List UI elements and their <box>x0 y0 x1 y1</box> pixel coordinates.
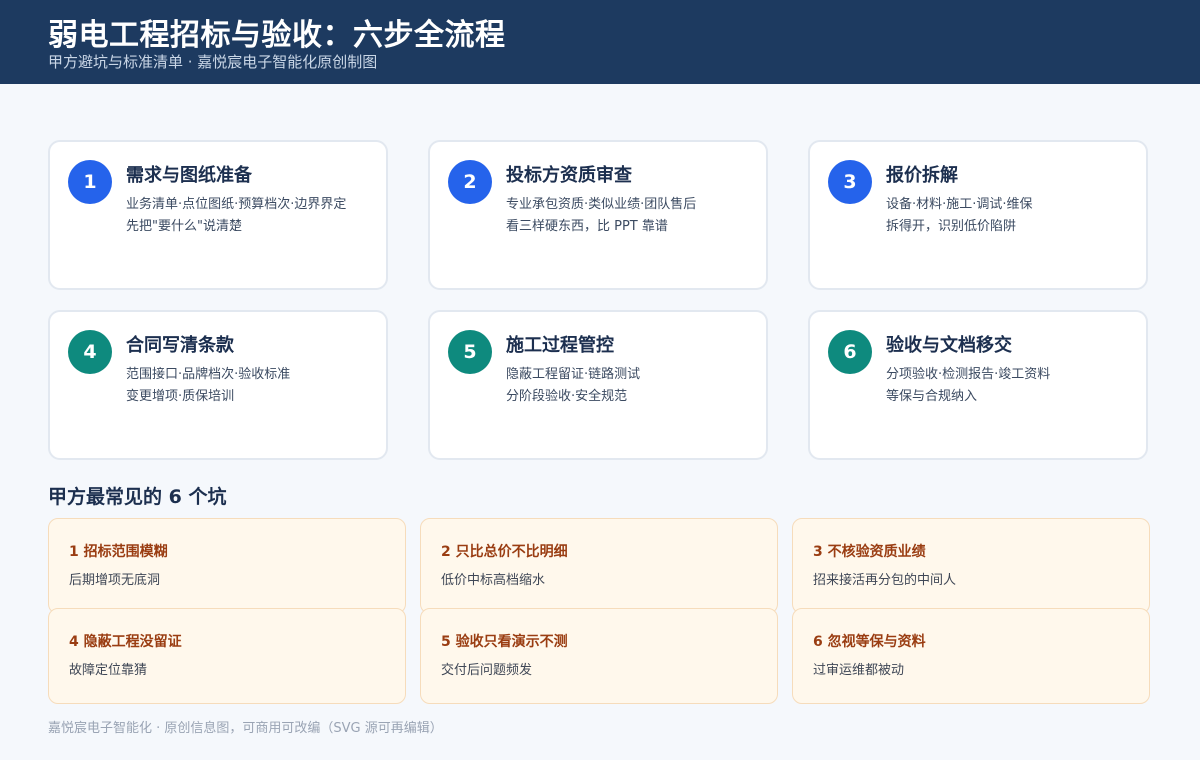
step-note: 看三样硬东西，比 PPT 靠谱 <box>506 219 668 234</box>
step-card-2: 2 投标方资质审查 专业承包资质·类似业绩·团队售后 看三样硬东西，比 PPT … <box>428 140 768 290</box>
pitfall-desc: 后期增项无底洞 <box>69 573 161 588</box>
pitfall-card-5: 5 验收只看演示不测 交付后问题频发 <box>420 608 778 704</box>
step-number-badge: 4 <box>68 330 112 374</box>
step-detail: 范围接口·品牌档次·验收标准 <box>126 367 291 382</box>
step-title: 验收与文档移交 <box>886 335 1012 356</box>
pitfall-desc: 低价中标高档缩水 <box>441 573 546 588</box>
step-number-badge: 1 <box>68 160 112 204</box>
step-card-3: 3 报价拆解 设备·材料·施工·调试·维保 拆得开，识别低价陷阱 <box>808 140 1148 290</box>
step-title: 需求与图纸准备 <box>126 165 252 186</box>
footer-credit: 嘉悦宸电子智能化 · 原创信息图，可商用可改编（SVG 源可再编辑） <box>48 721 443 736</box>
step-note: 先把"要什么"说清楚 <box>126 219 242 234</box>
step-title: 合同写清条款 <box>126 335 234 356</box>
pitfall-card-3: 3 不核验资质业绩 招来接活再分包的中间人 <box>792 518 1150 614</box>
pitfall-title: 3 不核验资质业绩 <box>813 544 926 560</box>
step-note: 拆得开，识别低价陷阱 <box>886 219 1017 234</box>
step-note: 等保与合规纳入 <box>886 389 978 404</box>
pitfall-title: 4 隐蔽工程没留证 <box>69 634 182 650</box>
step-note: 分阶段验收·安全规范 <box>506 389 628 404</box>
pitfall-card-6: 6 忽视等保与资料 过审运维都被动 <box>792 608 1150 704</box>
step-title: 投标方资质审查 <box>506 165 632 186</box>
pitfall-title: 2 只比总价不比明细 <box>441 544 568 560</box>
pitfall-card-2: 2 只比总价不比明细 低价中标高档缩水 <box>420 518 778 614</box>
pitfall-desc: 交付后问题频发 <box>441 663 533 678</box>
step-note: 变更增项·质保培训 <box>126 389 235 404</box>
step-detail: 设备·材料·施工·调试·维保 <box>886 197 1033 212</box>
step-number-badge: 5 <box>448 330 492 374</box>
step-number-badge: 6 <box>828 330 872 374</box>
pitfall-title: 1 招标范围模糊 <box>69 544 168 560</box>
pitfall-desc: 过审运维都被动 <box>813 663 905 678</box>
pitfall-title: 6 忽视等保与资料 <box>813 634 926 650</box>
step-detail: 专业承包资质·类似业绩·团队售后 <box>506 197 697 212</box>
step-card-4: 4 合同写清条款 范围接口·品牌档次·验收标准 变更增项·质保培训 <box>48 310 388 460</box>
step-number-badge: 3 <box>828 160 872 204</box>
step-card-6: 6 验收与文档移交 分项验收·检测报告·竣工资料 等保与合规纳入 <box>808 310 1148 460</box>
step-card-5: 5 施工过程管控 隐蔽工程留证·链路测试 分阶段验收·安全规范 <box>428 310 768 460</box>
step-detail: 业务清单·点位图纸·预算档次·边界界定 <box>126 197 347 212</box>
pitfalls-heading: 甲方最常见的 6 个坑 <box>48 486 227 508</box>
step-card-1: 1 需求与图纸准备 业务清单·点位图纸·预算档次·边界界定 先把"要什么"说清楚 <box>48 140 388 290</box>
pitfall-desc: 故障定位靠猜 <box>69 663 148 678</box>
pitfall-card-4: 4 隐蔽工程没留证 故障定位靠猜 <box>48 608 406 704</box>
step-title: 报价拆解 <box>886 165 958 186</box>
pitfall-card-1: 1 招标范围模糊 后期增项无底洞 <box>48 518 406 614</box>
step-detail: 隐蔽工程留证·链路测试 <box>506 367 641 382</box>
step-number-badge: 2 <box>448 160 492 204</box>
pitfall-title: 5 验收只看演示不测 <box>441 634 568 650</box>
step-title: 施工过程管控 <box>506 335 614 356</box>
step-detail: 分项验收·检测报告·竣工资料 <box>886 367 1051 382</box>
pitfall-desc: 招来接活再分包的中间人 <box>813 573 957 588</box>
